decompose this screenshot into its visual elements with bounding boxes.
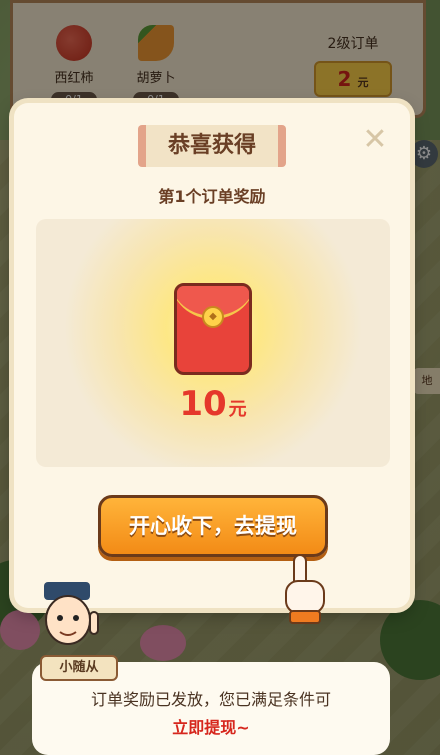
prize-amount-value: 10 <box>179 384 227 424</box>
prize-area: ◆ 10 元 <box>36 219 390 467</box>
pointing-hand-icon <box>285 555 325 624</box>
claim-withdraw-button[interactable]: 开心收下，去提现 <box>98 495 328 557</box>
coin-icon: ◆ <box>202 306 224 328</box>
red-envelope-icon: ◆ <box>174 283 252 375</box>
modal-title: 恭喜获得 <box>138 125 286 167</box>
reward-modal: 恭喜获得 ✕ 第1个订单奖励 ◆ 10 元 开心收下，去提现 <box>14 103 410 624</box>
speech-line-2: 立即提现~ <box>172 718 250 737</box>
assistant-avatar <box>44 582 99 645</box>
speech-line-1: 订单奖励已发放，您已满足条件可 <box>90 690 331 709</box>
modal-subtitle: 第1个订单奖励 <box>158 187 266 206</box>
prize-amount-unit: 元 <box>228 399 247 420</box>
close-icon[interactable]: ✕ <box>360 125 390 155</box>
assistant-name-tag: 小随从 <box>40 655 118 681</box>
prize-amount: 10 元 <box>36 384 390 424</box>
